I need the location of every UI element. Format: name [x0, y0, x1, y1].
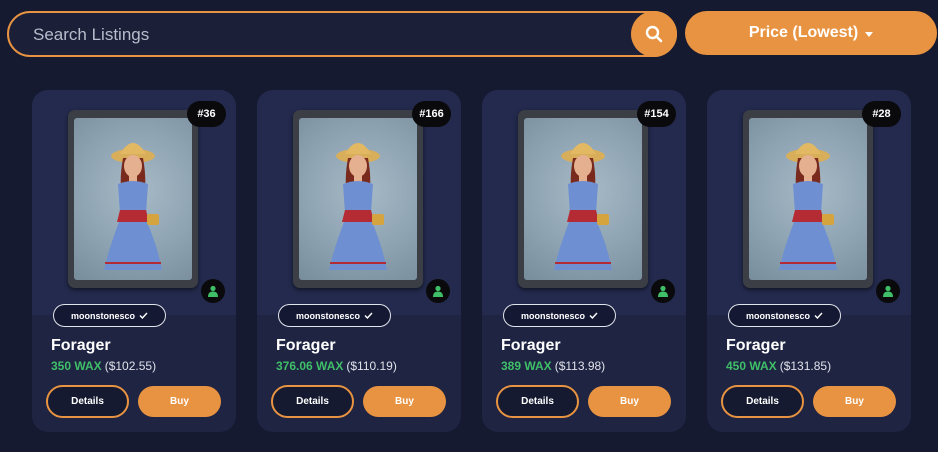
mint-number-badge: #154	[637, 101, 676, 127]
search-button[interactable]	[631, 11, 677, 57]
card-image-area: #36	[32, 90, 236, 315]
forager-image	[524, 118, 642, 280]
price-wax: 376.06 WAX	[276, 359, 344, 373]
nft-card-frame	[293, 110, 423, 288]
forager-image	[749, 118, 867, 280]
price-line: 350 WAX ($102.55)	[51, 359, 156, 373]
nft-card-frame	[743, 110, 873, 288]
listing-card[interactable]: #166 moonstonesco Forager 376.06 WAX ($11…	[257, 90, 461, 432]
verified-check-icon	[364, 312, 373, 319]
owner-user-icon[interactable]	[651, 279, 675, 303]
collection-badge[interactable]: moonstonesco	[503, 304, 616, 327]
collection-name: moonstonesco	[295, 310, 360, 321]
owner-user-icon[interactable]	[876, 279, 900, 303]
price-line: 376.06 WAX ($110.19)	[276, 359, 397, 373]
price-wax: 450 WAX	[726, 359, 777, 373]
forager-image	[74, 118, 192, 280]
verified-check-icon	[589, 312, 598, 319]
asset-name: Forager	[276, 337, 336, 354]
forager-image	[299, 118, 417, 280]
buy-button[interactable]: Buy	[138, 386, 221, 417]
buy-button[interactable]: Buy	[363, 386, 446, 417]
buy-button[interactable]: Buy	[813, 386, 896, 417]
details-button[interactable]: Details	[46, 385, 129, 418]
mint-number-badge: #166	[412, 101, 451, 127]
search-icon	[645, 25, 663, 43]
nft-card-frame	[518, 110, 648, 288]
sort-dropdown-button[interactable]: Price (Lowest)	[685, 11, 937, 55]
mint-number-badge: #36	[187, 101, 226, 127]
collection-badge[interactable]: moonstonesco	[278, 304, 391, 327]
owner-user-icon[interactable]	[426, 279, 450, 303]
details-button[interactable]: Details	[721, 385, 804, 418]
collection-name: moonstonesco	[520, 310, 585, 321]
price-usd: ($113.98)	[554, 359, 606, 373]
buy-button[interactable]: Buy	[588, 386, 671, 417]
collection-name: moonstonesco	[745, 310, 810, 321]
listing-card[interactable]: #28 moonstonesco Forager 450 WAX ($131.85…	[707, 90, 911, 432]
caret-down-icon	[865, 31, 874, 37]
price-line: 450 WAX ($131.85)	[726, 359, 831, 373]
collection-badge[interactable]: moonstonesco	[53, 304, 166, 327]
owner-user-icon[interactable]	[201, 279, 225, 303]
sort-label: Price (Lowest)	[748, 24, 859, 41]
asset-name: Forager	[51, 337, 111, 354]
price-usd: ($131.85)	[779, 359, 832, 373]
details-button[interactable]: Details	[271, 385, 354, 418]
card-image-area: #28	[707, 90, 911, 315]
mint-number-badge: #28	[862, 101, 901, 127]
details-button[interactable]: Details	[496, 385, 579, 418]
asset-name: Forager	[726, 337, 786, 354]
price-usd: ($110.19)	[346, 359, 397, 373]
card-image-area: #166	[257, 90, 461, 315]
verified-check-icon	[814, 312, 823, 319]
listing-card[interactable]: #36 moonstonesco Forager 350 WAX ($102.55…	[32, 90, 236, 432]
search-bar	[7, 11, 677, 57]
search-input[interactable]	[31, 13, 625, 57]
asset-name: Forager	[501, 337, 561, 354]
card-image-area: #154	[482, 90, 686, 315]
verified-check-icon	[139, 312, 148, 319]
collection-name: moonstonesco	[70, 310, 135, 321]
price-wax: 389 WAX	[501, 359, 552, 373]
price-wax: 350 WAX	[51, 359, 102, 373]
nft-card-frame	[68, 110, 198, 288]
price-usd: ($102.55)	[104, 359, 157, 373]
collection-badge[interactable]: moonstonesco	[728, 304, 841, 327]
price-line: 389 WAX ($113.98)	[501, 359, 605, 373]
listing-card[interactable]: #154 moonstonesco Forager 389 WAX ($113.9…	[482, 90, 686, 432]
